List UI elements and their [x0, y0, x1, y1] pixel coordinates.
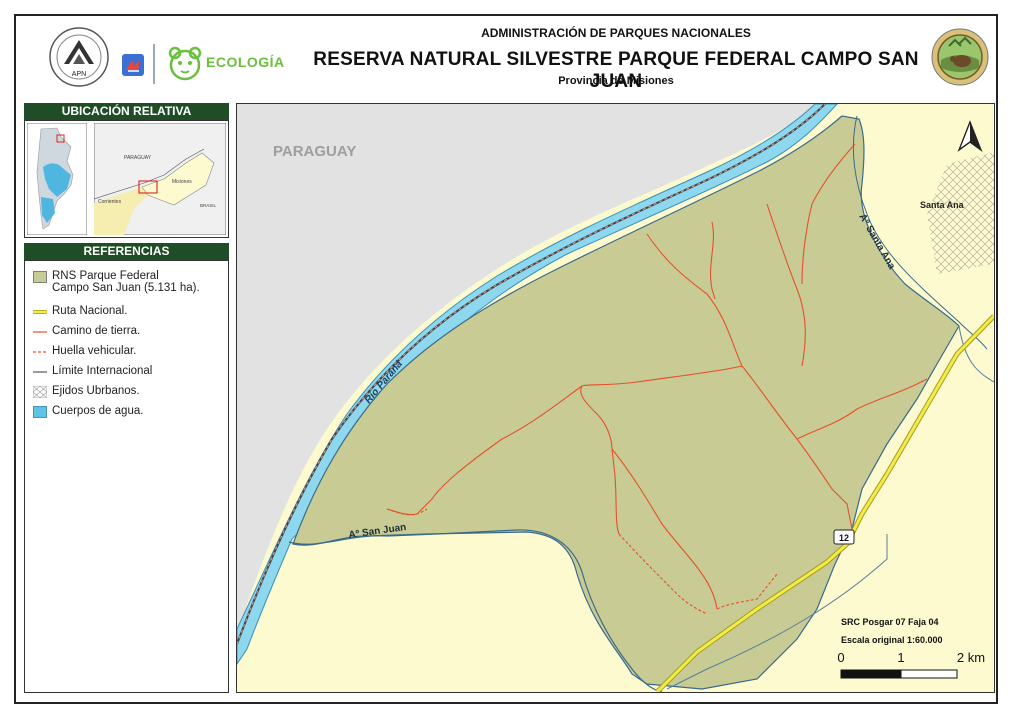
reserve-emblem-logo — [931, 28, 989, 86]
legend-label-park-2: Campo San Juan (5.131 ha). — [52, 282, 200, 294]
main-map-canvas: PARAGUAY Río Paraná Aº San Juan Aº Santa… — [237, 104, 994, 692]
legend-label-urban: Ejidos Ubrbanos. — [52, 385, 140, 397]
urban-hatch-symbol — [33, 386, 47, 398]
misiones-logo — [122, 54, 144, 76]
international-border-symbol — [33, 371, 47, 373]
logo-separator — [153, 44, 155, 84]
legend-label-park-1: RNS Parque Federal — [52, 270, 159, 282]
province-subtitle: Provincia de Misiones — [558, 75, 674, 87]
misiones-inset-map: PARAGUAY Misiones Corrientes BRASIL — [94, 123, 226, 235]
apn-logo-text: APN — [72, 71, 86, 78]
route-shield-number: 12 — [839, 533, 849, 543]
dirt-road-symbol — [33, 331, 47, 333]
inset-label-brasil: BRASIL — [200, 203, 217, 208]
scalebar-tick-0: 0 — [837, 650, 844, 665]
legend-label-dirt-road: Camino de tierra. — [52, 325, 141, 337]
map-label-paraguay: PARAGUAY — [273, 143, 356, 160]
main-map[interactable]: PARAGUAY Río Paraná Aº San Juan Aº Santa… — [236, 103, 995, 693]
argentina-inset-map — [27, 123, 87, 235]
water-swatch — [33, 406, 47, 418]
inset-label-misiones: Misiones — [172, 179, 192, 185]
legend-item-urban: Ejidos Ubrbanos. — [33, 385, 140, 398]
header: APN ECOLOGÍA ADMINISTRACIÓN DE PARQUES N… — [16, 16, 996, 100]
legend-item-border: Límite Internacional — [33, 365, 152, 377]
scalebar-tick-2: 2 km — [957, 650, 985, 665]
apn-seal-logo: APN — [49, 27, 109, 87]
legend-item-water: Cuerpos de agua. — [33, 405, 144, 418]
park-fill-swatch — [33, 271, 47, 283]
legend-label-water: Cuerpos de agua. — [52, 405, 144, 417]
map-label-santa-ana: Santa Ana — [920, 200, 965, 210]
legend-item-dirt-road: Camino de tierra. — [33, 325, 140, 337]
scalebar-tick-1: 1 — [897, 650, 904, 665]
agency-title: ADMINISTRACIÓN DE PARQUES NACIONALES — [481, 26, 751, 40]
legend-label-border: Límite Internacional — [52, 365, 153, 377]
legend-item-vehicle-track: Huella vehicular. — [33, 345, 136, 357]
national-route-symbol — [33, 310, 47, 314]
ecologia-text: ECOLOGÍA — [206, 54, 285, 70]
inset-label-paraguay: PARAGUAY — [124, 155, 152, 161]
location-heading: UBICACIÓN RELATIVA — [24, 103, 229, 120]
vehicle-track-symbol — [33, 351, 47, 353]
inset-label-corrientes: Corrientes — [98, 199, 122, 205]
legend-label-vehicle-track: Huella vehicular. — [52, 345, 137, 357]
scale-text: Escala original 1:60.000 — [841, 635, 943, 645]
legend-heading: REFERENCIAS — [24, 243, 229, 260]
legend-label-route: Ruta Nacional. — [52, 305, 128, 317]
legend-item-route: Ruta Nacional. — [33, 305, 127, 317]
ecologia-jaguar-logo — [168, 46, 202, 81]
legend-panel: RNS Parque Federal Campo San Juan (5.131 … — [24, 260, 229, 693]
crs-text: SRC Posgar 07 Faja 04 — [841, 617, 939, 627]
legend-item-park: RNS Parque Federal Campo San Juan (5.131 … — [33, 270, 200, 294]
scalebar — [840, 669, 958, 679]
